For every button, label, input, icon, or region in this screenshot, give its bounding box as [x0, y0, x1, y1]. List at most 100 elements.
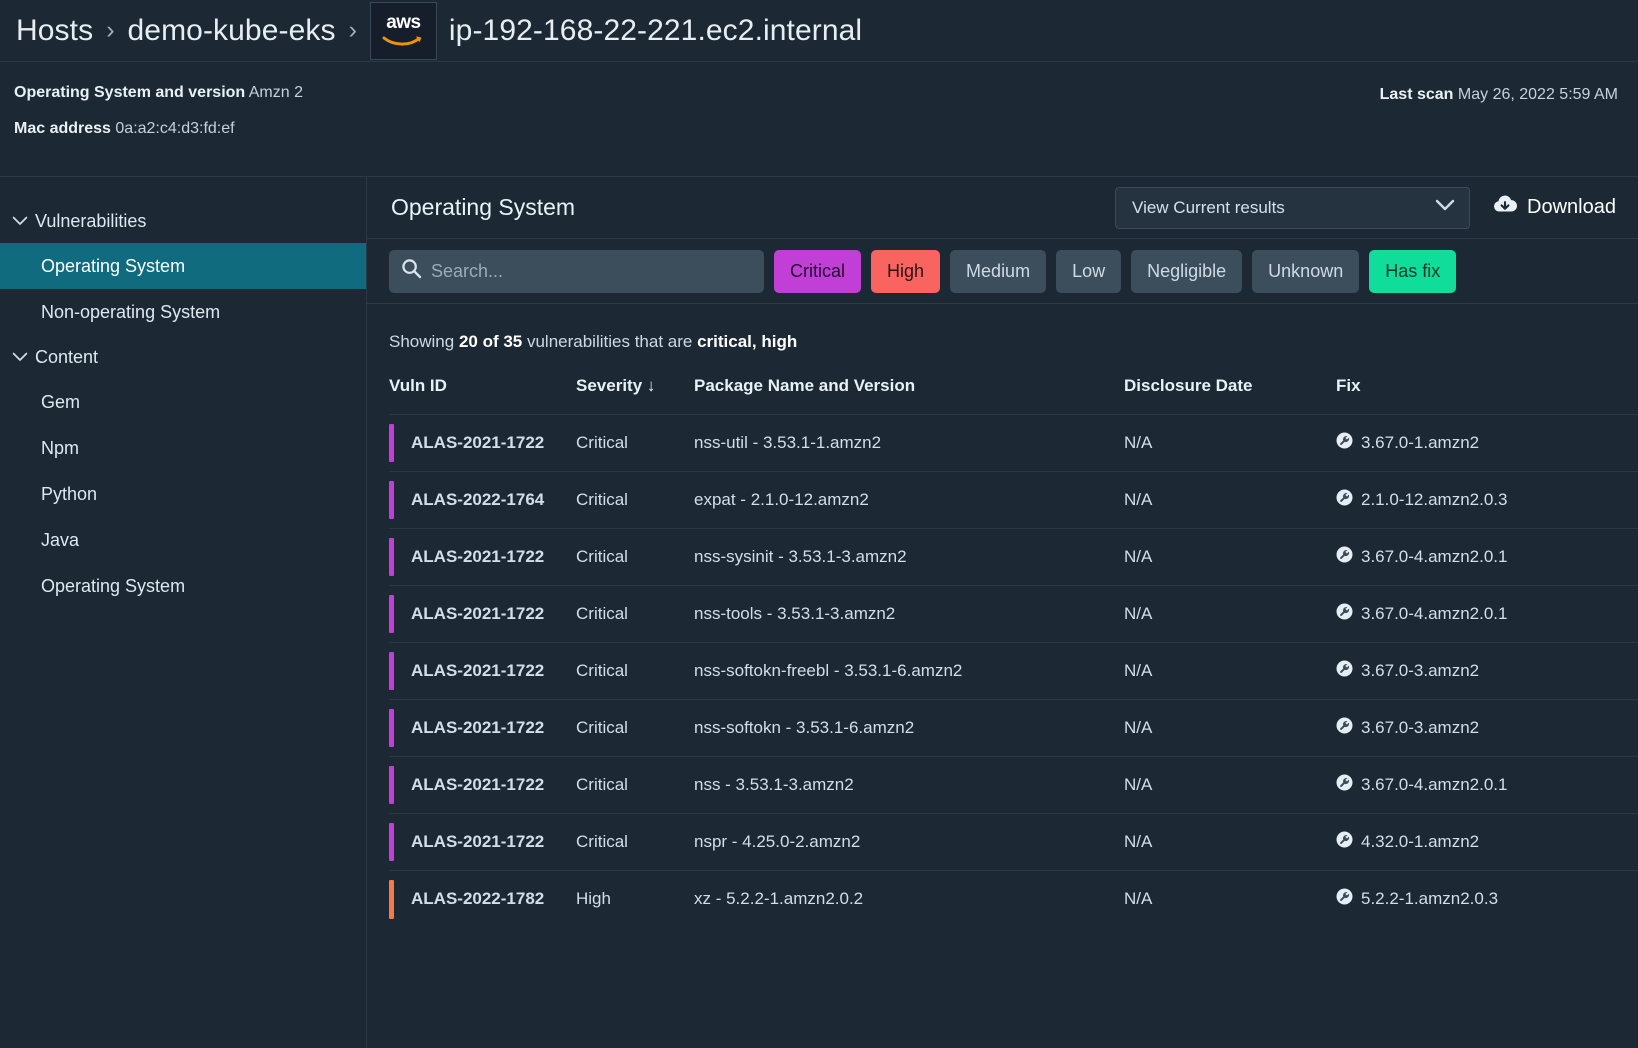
- wrench-fix-icon: [1336, 888, 1353, 910]
- cell-fix: 3.67.0-3.amzn2: [1336, 699, 1638, 757]
- table-column-header-4[interactable]: Fix: [1336, 376, 1638, 415]
- table-header: Vuln ID Severity ↓ Package Name and Versio…: [389, 376, 1638, 415]
- fix-version-text: 3.67.0-4.amzn2.0.1: [1361, 604, 1508, 623]
- severity-filter-chips: Critical High Medium Low Negligible Unknown Ha…: [774, 249, 1457, 293]
- sidebar-item-label: Operating System: [41, 255, 186, 276]
- aws-logo-icon: aws: [369, 1, 437, 60]
- filter-chip-medium[interactable]: Medium: [950, 249, 1047, 293]
- wrench-fix-icon: [1336, 774, 1353, 796]
- fix-version-text: 4.32.0-1.amzn2: [1361, 832, 1480, 851]
- sidebar-item-python[interactable]: Python: [0, 471, 366, 517]
- table-row[interactable]: ALAS-2021-1722 Critical nss - 3.53.1-3.amz…: [389, 756, 1638, 814]
- cell-disclosure-date: N/A: [1124, 870, 1336, 928]
- host-metadata: Operating System and version Amzn 2 Mac …: [0, 62, 1638, 177]
- sidebar-item-label: Java: [41, 529, 80, 550]
- cell-severity: Critical: [576, 528, 694, 586]
- filter-chip-high[interactable]: High: [871, 249, 941, 293]
- search-box[interactable]: [389, 249, 764, 293]
- table-row[interactable]: ALAS-2022-1764 Critical expat - 2.1.0-12.a…: [389, 471, 1638, 529]
- filter-chip-critical[interactable]: Critical: [774, 249, 862, 293]
- cell-disclosure-date: N/A: [1124, 471, 1336, 529]
- sidebar-item-npm[interactable]: Npm: [0, 425, 366, 471]
- vuln-id-text: ALAS-2021-1722: [411, 547, 545, 566]
- breadcrumb-hosts[interactable]: Hosts: [16, 14, 93, 48]
- sidebar-item-label: Python: [41, 483, 98, 504]
- cell-vuln-id: ALAS-2021-1722: [389, 699, 576, 757]
- table-column-header-2[interactable]: Package Name and Version: [694, 376, 1124, 415]
- filter-chip-has-fix[interactable]: Has fix: [1369, 249, 1457, 293]
- cell-disclosure-date: N/A: [1124, 642, 1336, 700]
- sidebar-group-content[interactable]: Content: [0, 335, 366, 379]
- table-header-row: Vuln ID Severity ↓ Package Name and Versio…: [389, 376, 1638, 415]
- table-row[interactable]: ALAS-2021-1722 Critical nss-tools - 3.53.1…: [389, 585, 1638, 643]
- cell-vuln-id: ALAS-2021-1722: [389, 528, 576, 586]
- wrench-fix-icon: [1336, 660, 1353, 682]
- table-row[interactable]: ALAS-2022-1782 High xz - 5.2.2-1.amzn2.0.2…: [389, 870, 1638, 928]
- cell-package: expat - 2.1.0-12.amzn2: [694, 471, 1124, 529]
- cell-fix: 4.32.0-1.amzn2: [1336, 813, 1638, 871]
- mac-address-value: 0a:a2:c4:d3:fd:ef: [115, 120, 235, 137]
- sidebar-item-non-operating-system[interactable]: Non-operating System: [0, 289, 366, 335]
- fix-version-text: 3.67.0-1.amzn2: [1361, 433, 1480, 452]
- sidebar-item-label: Gem: [41, 391, 81, 412]
- cell-severity: Critical: [576, 699, 694, 757]
- chevron-down-icon: [9, 352, 31, 362]
- cell-package: nss - 3.53.1-3.amzn2: [694, 756, 1124, 814]
- table-column-header-3[interactable]: Disclosure Date: [1124, 376, 1336, 415]
- sidebar-item-operating-system[interactable]: Operating System: [0, 563, 366, 609]
- vuln-id-text: ALAS-2021-1722: [411, 832, 545, 851]
- wrench-fix-icon: [1336, 831, 1353, 853]
- fix-version-text: 3.67.0-3.amzn2: [1361, 661, 1480, 680]
- download-button[interactable]: Download: [1492, 194, 1616, 221]
- cell-vuln-id: ALAS-2021-1722: [389, 642, 576, 700]
- content-panel: Operating System View Current results Do…: [367, 177, 1638, 1048]
- cell-package: nss-softokn - 3.53.1-6.amzn2: [694, 699, 1124, 757]
- filter-chip-unknown[interactable]: Unknown: [1252, 249, 1360, 293]
- host-vulnerability-page: Hosts › demo-kube-eks › aws ip-192-168-2…: [0, 0, 1638, 1048]
- sidebar-item-label: Non-operating System: [41, 301, 221, 322]
- filter-toolbar: CriticalHighMediumLowNegligibleUnknownHa…: [367, 239, 1638, 304]
- sidebar-item-gem[interactable]: Gem: [0, 379, 366, 425]
- cell-disclosure-date: N/A: [1124, 756, 1336, 814]
- view-results-select[interactable]: View Current results: [1115, 186, 1471, 229]
- table-row[interactable]: ALAS-2021-1722 Critical nss-util - 3.53.1-…: [389, 414, 1638, 472]
- table-column-header-0[interactable]: Vuln ID: [389, 376, 576, 415]
- fix-version-text: 3.67.0-4.amzn2.0.1: [1361, 775, 1508, 794]
- cell-severity: Critical: [576, 642, 694, 700]
- sidebar-group-label: Vulnerabilities: [35, 210, 147, 231]
- search-input[interactable]: [431, 260, 752, 282]
- sidebar-item-operating-system[interactable]: Operating System: [0, 243, 366, 289]
- table-row[interactable]: ALAS-2021-1722 Critical nspr - 4.25.0-2.am…: [389, 813, 1638, 871]
- os-version-label: Operating System and version: [14, 84, 246, 101]
- mac-address-line: Mac address 0a:a2:c4:d3:fd:ef: [14, 120, 1614, 138]
- cell-package: nss-sysinit - 3.53.1-3.amzn2: [694, 528, 1124, 586]
- mac-address-label: Mac address: [14, 120, 111, 137]
- filter-chip-low[interactable]: Low: [1056, 249, 1122, 293]
- cell-severity: Critical: [576, 585, 694, 643]
- vuln-id-text: ALAS-2021-1722: [411, 661, 545, 680]
- table-row[interactable]: ALAS-2021-1722 Critical nss-softokn - 3.53…: [389, 699, 1638, 757]
- sidebar-item-label: Npm: [41, 437, 80, 458]
- table-column-header-1[interactable]: Severity ↓: [576, 376, 694, 415]
- table-row[interactable]: ALAS-2021-1722 Critical nss-sysinit - 3.53…: [389, 528, 1638, 586]
- vuln-id-text: ALAS-2022-1782: [411, 889, 545, 909]
- cell-disclosure-date: N/A: [1124, 813, 1336, 871]
- cloud-download-icon: [1492, 194, 1518, 221]
- cell-package: nss-softokn-freebl - 3.53.1-6.amzn2: [694, 642, 1124, 700]
- vuln-id-text: ALAS-2021-1722: [411, 718, 545, 737]
- wrench-fix-icon: [1336, 432, 1353, 454]
- cell-package: nss-tools - 3.53.1-3.amzn2: [694, 585, 1124, 643]
- last-scan-label: Last scan: [1379, 86, 1454, 103]
- filter-chip-negligible[interactable]: Negligible: [1131, 249, 1243, 293]
- cell-package: nspr - 4.25.0-2.amzn2: [694, 813, 1124, 871]
- severity-bar: [389, 424, 394, 462]
- sidebar-item-java[interactable]: Java: [0, 517, 366, 563]
- table-row[interactable]: ALAS-2021-1722 Critical nss-softokn-freebl…: [389, 642, 1638, 700]
- wrench-fix-icon: [1336, 717, 1353, 739]
- page-title: Operating System: [391, 194, 576, 220]
- sidebar-group-vulnerabilities[interactable]: Vulnerabilities: [0, 199, 366, 243]
- cell-vuln-id: ALAS-2022-1782: [389, 870, 576, 928]
- breadcrumb-host: ip-192-168-22-221.ec2.internal: [448, 13, 863, 47]
- breadcrumb-cluster[interactable]: demo-kube-eks: [128, 14, 336, 48]
- severity-bar: [389, 538, 394, 576]
